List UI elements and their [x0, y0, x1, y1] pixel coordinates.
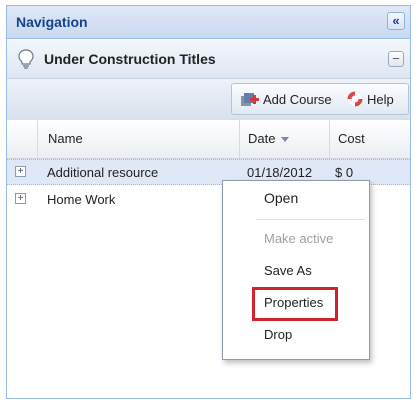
navigation-title: Navigation [16, 14, 88, 30]
add-course-label: Add Course [263, 91, 332, 107]
context-menu: Open Make active Save As Properties Drop [222, 180, 370, 360]
lifebuoy-icon [347, 91, 363, 107]
double-chevron-left-icon: « [392, 13, 400, 28]
column-header-name[interactable]: Name [37, 120, 239, 158]
expand-icon[interactable]: + [15, 166, 26, 177]
menu-separator [256, 219, 365, 220]
menu-item-open[interactable]: Open [223, 184, 369, 212]
minus-icon: − [392, 51, 400, 66]
toolbar: Add Course Help [7, 79, 410, 121]
sort-descending-icon [281, 137, 290, 143]
lightbulb-icon [18, 49, 34, 69]
help-button[interactable]: Help [346, 84, 394, 114]
grid-header: Name Date Cost [7, 120, 410, 159]
expander-column-header [7, 120, 37, 158]
menu-item-make-active: Make active [264, 231, 334, 246]
properties-highlight-box [252, 287, 338, 321]
navigation-header: Navigation « [7, 6, 410, 39]
help-label: Help [367, 91, 394, 107]
menu-item-save-as[interactable]: Save As [223, 257, 369, 285]
collapse-panel-button[interactable]: − [388, 51, 404, 67]
menu-item-drop[interactable]: Drop [223, 321, 369, 349]
collapse-navigation-button[interactable]: « [387, 12, 405, 30]
expand-icon[interactable]: + [15, 193, 26, 204]
panel-header: Under Construction Titles − [7, 39, 410, 79]
column-header-cost[interactable]: Cost [329, 120, 389, 158]
add-course-button[interactable]: Add Course [240, 84, 332, 114]
column-header-date[interactable]: Date [239, 120, 329, 158]
toolbar-button-group: Add Course Help [231, 83, 409, 115]
add-course-icon [241, 93, 259, 106]
panel-title: Under Construction Titles [44, 51, 216, 67]
